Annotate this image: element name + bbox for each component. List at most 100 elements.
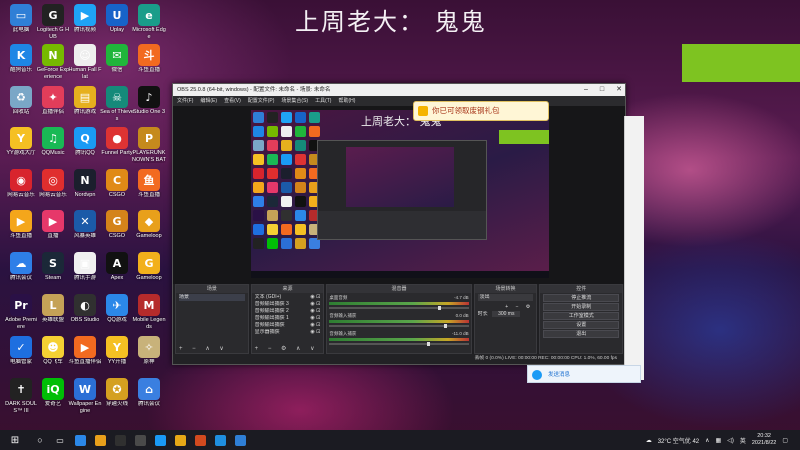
minimize-icon[interactable]: – — [584, 84, 588, 96]
desktop-icon[interactable]: M Mobile Legends — [132, 294, 166, 330]
obs-menu-item[interactable]: 工具(T) — [315, 96, 331, 106]
desktop-icon[interactable]: ✈ QQ游戏 — [100, 294, 134, 324]
clock[interactable]: 20:32 2021/8/22 — [752, 433, 776, 447]
qq-message-bar[interactable]: 发送消息 — [527, 365, 641, 383]
source-visibility-icon[interactable]: ◉ ⊡ — [310, 322, 320, 329]
desktop-icon[interactable]: G Logitech G HUB — [36, 4, 70, 40]
desktop-icon[interactable]: ▶ 斗鱼直播伴侣 — [68, 336, 102, 366]
desktop-icon[interactable]: PPLAYERUNKNOWN'S BATTLEGROUNDS — [132, 127, 166, 163]
source-item[interactable]: 音频输出捕获 3 ◉ ⊡ — [255, 301, 321, 308]
desktop-icon[interactable]: N GeForce Experience — [36, 44, 70, 80]
desktop-icon[interactable]: ☻ QQ飞车 — [36, 336, 70, 366]
duration-input[interactable]: 300 ms — [492, 311, 521, 317]
obs-menu-item[interactable]: 查看(V) — [224, 96, 241, 106]
desktop-icon[interactable]: ▣ 腾讯手游 — [68, 252, 102, 282]
weather-text[interactable]: 32°C 空气优 42 — [658, 436, 699, 445]
desktop-icon[interactable]: ☁ 腾讯会议 — [4, 252, 38, 282]
taskbar-app-icon[interactable] — [190, 430, 210, 450]
taskbar-app-icon[interactable] — [90, 430, 110, 450]
taskbar-app-icon[interactable] — [110, 430, 130, 450]
desktop-icon[interactable]: W Wallpaper Engine — [68, 378, 102, 414]
taskbar-app-icon[interactable] — [70, 430, 90, 450]
source-item[interactable]: 音频输出捕获 ◉ ⊡ — [255, 322, 321, 329]
taskbar-app-icon[interactable] — [210, 430, 230, 450]
source-item[interactable]: 音频输出捕获 2 ◉ ⊡ — [255, 308, 321, 315]
desktop-icon[interactable]: ✉ 微信 — [100, 44, 134, 74]
obs-preview[interactable]: 上周老大： 鬼鬼 — [173, 106, 625, 284]
control-button[interactable]: 停止推流 — [543, 294, 620, 302]
desktop-icon[interactable]: C CSGO — [100, 169, 134, 199]
desktop-icon[interactable]: ♫ QQMusic — [36, 127, 70, 157]
obs-menu-item[interactable]: 帮助(H) — [338, 96, 355, 106]
desktop-icon[interactable]: ♪ Studio One 3 — [132, 86, 166, 116]
desktop-icon[interactable]: ● Funnel Party — [100, 127, 134, 157]
desktop-icon[interactable]: S Steam — [36, 252, 70, 282]
taskbar-app-icon[interactable] — [230, 430, 250, 450]
desktop-icon[interactable]: ⌂ 腾讯会议 — [132, 378, 166, 408]
network-icon[interactable]: ▦ — [716, 437, 722, 444]
notification-icon[interactable]: ▢ — [782, 437, 788, 444]
taskbar-app-icon[interactable] — [150, 430, 170, 450]
obs-menu-item[interactable]: 配置文件(P) — [248, 96, 275, 106]
obs-menu-item[interactable]: 文件(F) — [177, 96, 193, 106]
desktop-icon[interactable]: ✧ 原神 — [132, 336, 166, 366]
transition-select[interactable]: 淡出 — [477, 294, 534, 301]
desktop-icon[interactable]: 鱼斗鱼直播 — [132, 169, 166, 199]
desktop-icon[interactable]: ✝ DARK SOULS™ III — [4, 378, 38, 414]
desktop-icon[interactable]: ▶ 直播 — [36, 210, 70, 240]
desktop-icon[interactable]: U Uplay — [100, 4, 134, 34]
background-window-edge[interactable] — [624, 116, 644, 380]
scenes-toolbar[interactable]: + − ∧ ∨ — [176, 345, 248, 353]
source-visibility-icon[interactable]: ◉ ⊡ — [310, 301, 320, 308]
desktop-icon[interactable]: K 酷狗音乐 — [4, 44, 38, 74]
desktop-icon[interactable]: G CSGO — [100, 210, 134, 240]
windows-start-icon[interactable]: ⊞ — [0, 430, 30, 450]
desktop-icon[interactable]: e Microsoft Edge — [132, 4, 166, 40]
desktop-icon[interactable]: Q 腾讯QQ — [68, 127, 102, 157]
desktop-icon[interactable]: L 英雄联盟 — [36, 294, 70, 324]
transition-add-remove[interactable]: + − ⚙ — [478, 304, 534, 311]
search-icon[interactable]: ○ — [30, 430, 50, 450]
desktop-icon[interactable]: N Nordvpn — [68, 169, 102, 199]
desktop-icon[interactable]: Y YY开播 — [100, 336, 134, 366]
obs-titlebar[interactable]: OBS 25.0.8 (64-bit, windows) - 配置文件: 未命名… — [173, 84, 625, 96]
desktop-icon[interactable]: ✦ 直播伴侣 — [36, 86, 70, 116]
weather-icon[interactable]: ☁ — [646, 437, 652, 444]
volume-slider[interactable] — [329, 324, 469, 328]
desktop-icon[interactable]: ▭ 此电脑 — [4, 4, 38, 34]
control-button[interactable]: 退出 — [543, 330, 620, 338]
taskbar-app-icon[interactable] — [170, 430, 190, 450]
scene-item[interactable]: 场景 — [179, 294, 245, 301]
desktop-icon[interactable]: 斗斗鱼直播 — [132, 44, 166, 74]
desktop-icon[interactable]: ▤ 腾讯游戏 — [68, 86, 102, 116]
desktop-icon[interactable]: ◐ OBS Studio — [68, 294, 102, 324]
control-button[interactable]: 开始录制 — [543, 303, 620, 311]
source-item[interactable]: 文本 (GDI+) ◉ ⊡ — [255, 294, 321, 301]
desktop-icon[interactable]: ◎ 网易云音乐 — [36, 169, 70, 199]
tray-chevron-icon[interactable]: ∧ — [705, 437, 709, 444]
desktop-icon[interactable]: ✓ 电脑管家 — [4, 336, 38, 366]
desktop-icon[interactable]: ◉ 网易云音乐 — [4, 169, 38, 199]
control-button[interactable]: 设置 — [543, 321, 620, 329]
control-button[interactable]: 工作室模式 — [543, 312, 620, 320]
desktop-icon[interactable]: ☺ Human Fall Flat — [68, 44, 102, 80]
desktop-icon[interactable]: ✪ 穿越火线 — [100, 378, 134, 408]
source-visibility-icon[interactable]: ◉ ⊡ — [310, 315, 320, 322]
desktop-icon[interactable]: Pr Adobe Premiere — [4, 294, 38, 330]
obs-menu-item[interactable]: 编辑(E) — [200, 96, 217, 106]
close-icon[interactable]: ✕ — [616, 84, 622, 96]
desktop-icon[interactable]: ☠ Sea of Thieves — [100, 86, 134, 122]
source-visibility-icon[interactable]: ◉ ⊡ — [310, 329, 320, 336]
desktop-icon[interactable]: ♻ 回收站 — [4, 86, 38, 116]
ime-indicator[interactable]: 英 — [740, 436, 746, 445]
gift-toast[interactable]: 你已可领取废钢礼包 — [413, 101, 549, 121]
source-visibility-icon[interactable]: ◉ ⊡ — [310, 294, 320, 301]
taskbar-app-icon[interactable] — [130, 430, 150, 450]
desktop-icon[interactable]: Y YY游戏大厅 — [4, 127, 38, 157]
volume-icon[interactable]: ◁) — [727, 437, 734, 444]
desktop-icon[interactable]: ◆ Gameloop — [132, 210, 166, 240]
task-view-icon[interactable]: ▭ — [50, 430, 70, 450]
volume-slider[interactable] — [329, 342, 469, 346]
desktop-icon[interactable]: G Gameloop — [132, 252, 166, 282]
desktop-icon[interactable]: ✕ 风暴英雄 — [68, 210, 102, 240]
